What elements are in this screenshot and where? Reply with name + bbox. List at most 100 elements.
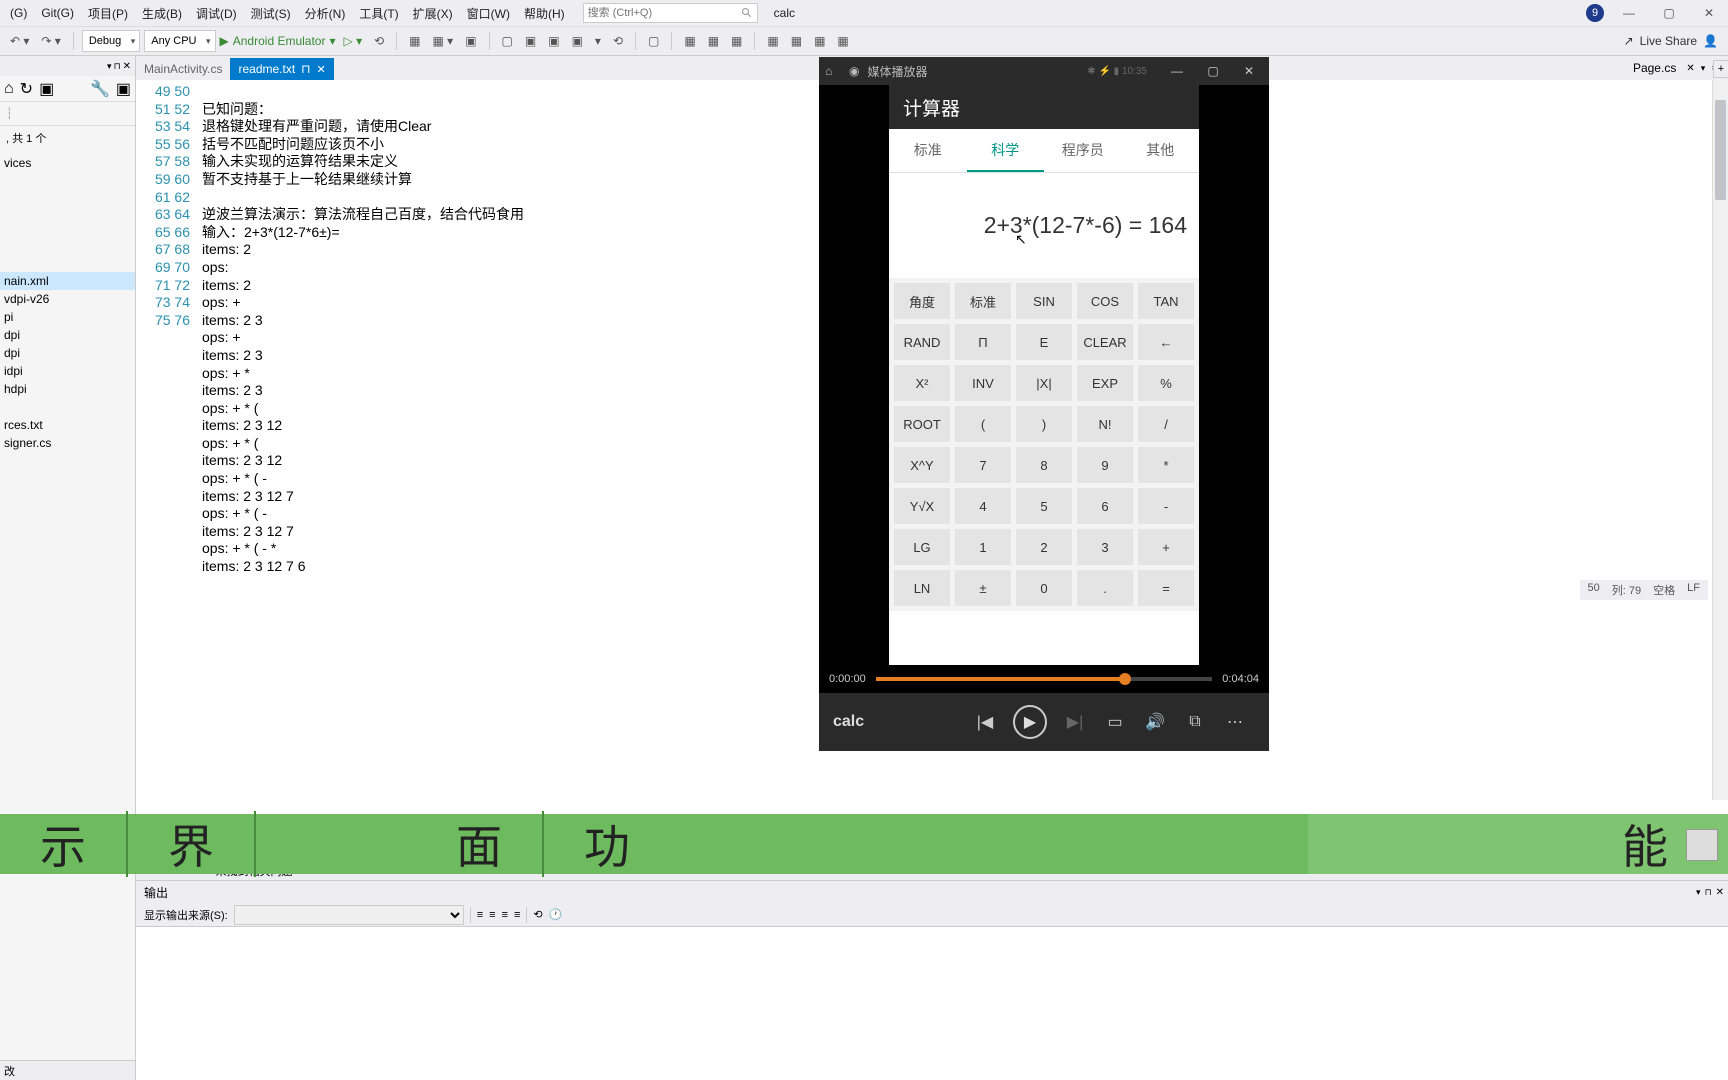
toolbar-icon[interactable]: ▦ [405, 32, 424, 50]
calc-key[interactable]: CLEAR [1077, 324, 1133, 360]
wrench-icon[interactable]: 🔧 [90, 79, 110, 99]
tree-item[interactable]: signer.cs [0, 434, 135, 452]
calc-key[interactable]: INV [955, 365, 1011, 401]
tree-item[interactable]: vices [0, 154, 135, 172]
run-button[interactable]: ▶ Android Emulator ▾ [220, 34, 336, 48]
toolbar-icon[interactable]: ▦ [763, 32, 782, 50]
calc-key[interactable]: X^Y [894, 447, 950, 483]
close-button[interactable]: ✕ [1694, 2, 1724, 24]
clock-icon[interactable]: 🕐 [549, 908, 563, 921]
prev-button[interactable]: |◀ [969, 706, 1001, 738]
calc-key[interactable]: 6 [1077, 488, 1133, 524]
minimize-button[interactable]: — [1163, 57, 1191, 85]
toolbar-icon[interactable]: ▦ ▾ [429, 32, 458, 50]
close-icon[interactable]: ✕ [123, 61, 131, 72]
minimize-button[interactable]: — [1614, 2, 1644, 24]
tab-science[interactable]: 科学 [967, 129, 1045, 172]
menu-item[interactable]: (G) [4, 4, 33, 22]
toolbar-icon[interactable]: ≡ [502, 909, 508, 921]
toolbar-icon[interactable]: ≡ [514, 909, 520, 921]
close-button[interactable]: ✕ [1235, 57, 1263, 85]
calc-key[interactable]: |X| [1016, 365, 1072, 401]
calc-key[interactable]: - [1138, 488, 1194, 524]
toolbar-icon[interactable]: ≡ [489, 909, 495, 921]
refresh-icon[interactable]: ↻ [20, 79, 33, 99]
calc-key[interactable]: 3 [1077, 529, 1133, 565]
menu-project[interactable]: 项目(P) [82, 3, 134, 24]
tree-item[interactable]: rces.txt [0, 416, 135, 434]
file-tab-inactive[interactable]: MainActivity.cs [136, 58, 230, 80]
tree-item[interactable]: dpi [0, 326, 135, 344]
seek-thumb[interactable] [1119, 673, 1131, 685]
calc-key[interactable]: ) [1016, 406, 1072, 442]
close-icon[interactable]: ✕ [1686, 63, 1694, 74]
toolbar-icon[interactable]: ▦ [833, 32, 852, 50]
toolbar-icon[interactable]: ▣ [544, 32, 563, 50]
calc-key[interactable]: 7 [955, 447, 1011, 483]
run-no-debug[interactable]: ▷ ▾ [340, 32, 367, 50]
calc-key[interactable]: SIN [1016, 283, 1072, 319]
tree-item[interactable]: hdpi [0, 380, 135, 398]
calc-key[interactable]: 2 [1016, 529, 1072, 565]
toolbar-icon[interactable]: ▢ [644, 32, 663, 50]
menu-extensions[interactable]: 扩展(X) [407, 3, 459, 24]
panel-footer[interactable]: 改 [0, 1060, 135, 1080]
calc-key[interactable]: 角度 [894, 283, 950, 319]
calc-key[interactable]: * [1138, 447, 1194, 483]
pin-icon[interactable]: ⊓ [1705, 887, 1712, 898]
dropdown-icon[interactable]: ▾ [1696, 887, 1701, 898]
calc-key[interactable]: LN [894, 570, 950, 606]
menu-help[interactable]: 帮助(H) [518, 3, 571, 24]
tab-other[interactable]: 其他 [1122, 129, 1200, 172]
calc-key[interactable]: 9 [1077, 447, 1133, 483]
calc-key[interactable]: + [1138, 529, 1194, 565]
pin-icon[interactable]: ⊓ [114, 61, 121, 72]
toolbar-icon[interactable]: ▦ [787, 32, 806, 50]
menu-analyze[interactable]: 分析(N) [299, 3, 352, 24]
calc-key[interactable]: X² [894, 365, 950, 401]
calc-key[interactable]: 5 [1016, 488, 1072, 524]
calc-key[interactable]: E [1016, 324, 1072, 360]
pin-icon[interactable]: ⊓ [301, 62, 310, 76]
more-button[interactable]: ⋯ [1219, 706, 1251, 738]
next-button[interactable]: ▶| [1059, 706, 1091, 738]
subtitle-button[interactable]: ▭ [1099, 706, 1131, 738]
forward-button[interactable]: ↷ ▾ [37, 32, 64, 50]
back-button[interactable]: ↶ ▾ [6, 32, 33, 50]
menu-tools[interactable]: 工具(T) [353, 3, 404, 24]
seek-track[interactable] [876, 677, 1213, 681]
menu-debug[interactable]: 调试(D) [190, 3, 243, 24]
play-button[interactable]: ▶ [1013, 705, 1047, 739]
calc-key[interactable]: EXP [1077, 365, 1133, 401]
output-source-select[interactable] [234, 905, 464, 925]
file-tab-active[interactable]: readme.txt ⊓ ✕ [230, 58, 333, 80]
maximize-button[interactable]: ▢ [1654, 2, 1684, 24]
calc-key[interactable]: 4 [955, 488, 1011, 524]
tree-item[interactable]: vdpi-v26 [0, 290, 135, 308]
file-tab[interactable]: Page.cs [1629, 61, 1680, 75]
toolbar-icon[interactable]: ⟲ [533, 908, 542, 921]
collapse-icon[interactable]: ▣ [39, 79, 54, 99]
calc-key[interactable]: Y√X [894, 488, 950, 524]
output-body[interactable] [136, 927, 1728, 1080]
solution-search[interactable]: ┆ [0, 102, 135, 126]
platform-dropdown[interactable]: Any CPU [144, 30, 215, 52]
toolbar-icon[interactable]: ≡ [477, 909, 483, 921]
tree-item[interactable]: nain.xml [0, 272, 135, 290]
toolbar-icon[interactable]: ▣ [461, 32, 480, 50]
global-search[interactable] [583, 3, 758, 23]
toolbar-icon[interactable]: ▦ [704, 32, 723, 50]
calc-key[interactable]: 8 [1016, 447, 1072, 483]
dropdown-icon[interactable]: ▾ [1701, 63, 1706, 74]
tree-item[interactable]: idpi [0, 362, 135, 380]
calc-key[interactable]: ( [955, 406, 1011, 442]
menu-test[interactable]: 测试(S) [245, 3, 297, 24]
tree-item[interactable]: dpi [0, 344, 135, 362]
calc-key[interactable]: 0 [1016, 570, 1072, 606]
calc-key[interactable]: Π [955, 324, 1011, 360]
calc-key[interactable]: ± [955, 570, 1011, 606]
dropdown-icon[interactable]: ▾ [107, 61, 112, 72]
toolbar-icon[interactable]: ▣ [521, 32, 540, 50]
maximize-button[interactable]: ▢ [1199, 57, 1227, 85]
calc-key[interactable]: ← [1138, 324, 1194, 360]
